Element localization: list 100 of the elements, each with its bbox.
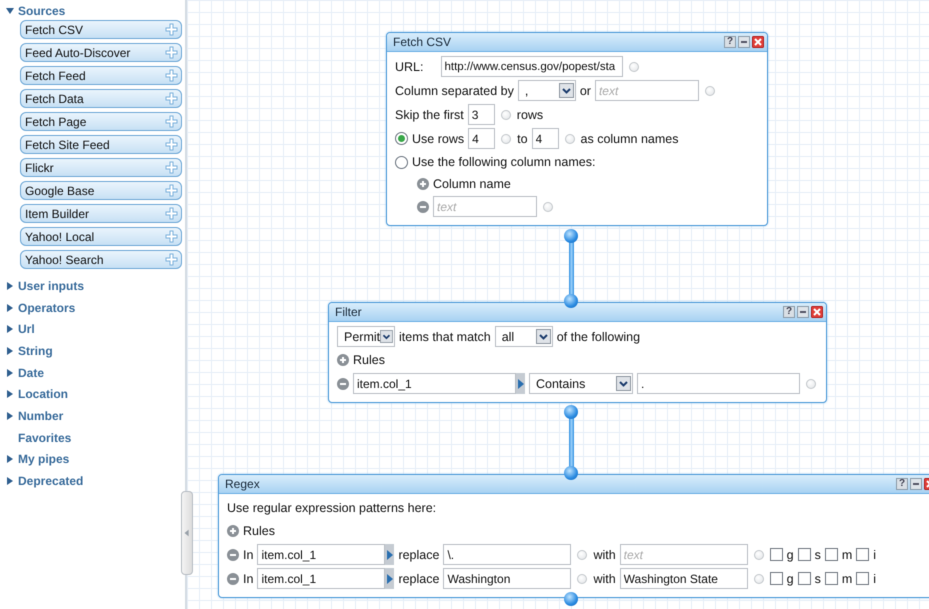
plus-icon[interactable] — [165, 46, 178, 59]
category-label[interactable]: Sources — [18, 4, 66, 18]
collapsed-triangle-icon[interactable] — [6, 389, 14, 400]
module-button[interactable]: Feed Auto-Discover — [20, 43, 182, 62]
module-titlebar[interactable]: Fetch CSV ? — [387, 33, 767, 52]
chevron-icon[interactable] — [616, 376, 631, 391]
arrow-button[interactable] — [516, 373, 525, 394]
plus-icon[interactable] — [165, 207, 178, 220]
checkbox[interactable] — [770, 572, 783, 585]
category-label[interactable]: Url — [18, 322, 35, 336]
text-field[interactable]: item.col_1 — [353, 373, 516, 394]
help-button[interactable]: ? — [724, 36, 736, 48]
minimize-icon[interactable] — [738, 36, 750, 48]
category-label[interactable]: String — [18, 344, 53, 358]
port-icon[interactable] — [564, 405, 578, 419]
module-button[interactable]: Yahoo! Local — [20, 227, 182, 246]
collapsed-triangle-icon[interactable] — [6, 476, 14, 486]
dropdown[interactable]: Contains — [529, 373, 633, 394]
checkbox[interactable] — [798, 548, 811, 561]
text-field[interactable]: . — [637, 373, 800, 394]
plus-icon[interactable] — [165, 253, 178, 266]
close-icon[interactable] — [811, 306, 823, 318]
plus-icon[interactable] — [165, 184, 178, 197]
text-field[interactable]: text — [433, 196, 537, 217]
text-field[interactable]: text — [594, 80, 699, 101]
module-button[interactable]: Fetch Site Feed — [20, 135, 182, 154]
dropdown[interactable]: , — [518, 80, 576, 101]
module-titlebar[interactable]: Regex ? — [219, 475, 929, 494]
text-field[interactable]: http://www.census.gov/popest/sta — [441, 56, 624, 77]
splitter-handle[interactable] — [181, 491, 193, 575]
text-field[interactable]: 3 — [468, 104, 495, 125]
module-button[interactable]: Google Base — [20, 181, 182, 200]
category-label[interactable]: User inputs — [18, 278, 84, 293]
dropdown[interactable]: Permit — [337, 326, 395, 347]
plus-icon[interactable] — [165, 69, 178, 82]
dropdown[interactable]: all — [494, 326, 553, 347]
arrow-button[interactable] — [385, 568, 394, 589]
text-field[interactable]: 4 — [532, 128, 559, 149]
expanded-triangle-icon[interactable] — [6, 6, 14, 16]
plus-icon[interactable] — [165, 230, 178, 243]
plus-icon[interactable] — [165, 92, 178, 105]
collapsed-triangle-icon[interactable] — [6, 410, 14, 421]
text-field[interactable]: item.col_1 — [257, 568, 386, 589]
arrow-button[interactable] — [385, 544, 394, 565]
port-icon[interactable] — [564, 592, 578, 606]
remove-icon[interactable] — [417, 200, 429, 212]
text-field[interactable]: text — [620, 544, 748, 565]
add-icon[interactable] — [337, 354, 349, 366]
help-button[interactable]: ? — [783, 306, 795, 318]
text-field[interactable]: Washington — [443, 568, 572, 589]
category-label[interactable]: Operators — [18, 300, 76, 315]
port-icon[interactable] — [564, 466, 578, 480]
module-button[interactable]: Fetch Feed — [20, 66, 182, 85]
remove-icon[interactable] — [227, 572, 239, 584]
category-label[interactable]: Favorites — [18, 430, 72, 445]
collapsed-triangle-icon[interactable] — [6, 454, 14, 464]
module-button[interactable]: Flickr — [20, 158, 182, 177]
module-button[interactable]: Yahoo! Search — [20, 250, 182, 269]
text-field[interactable]: 4 — [468, 128, 496, 149]
collapsed-triangle-icon[interactable] — [6, 280, 14, 291]
add-icon[interactable] — [227, 525, 239, 537]
collapsed-triangle-icon[interactable] — [6, 324, 14, 334]
module-button[interactable]: Fetch Data — [20, 89, 182, 108]
category-label[interactable]: Number — [18, 408, 64, 423]
checkbox[interactable] — [770, 548, 783, 561]
plus-icon[interactable] — [165, 115, 178, 128]
chevron-icon[interactable] — [536, 329, 551, 344]
radio-button[interactable] — [395, 132, 408, 145]
category-label[interactable]: Location — [18, 387, 68, 402]
module-titlebar[interactable]: Filter ? — [329, 303, 826, 322]
collapsed-triangle-icon[interactable] — [6, 302, 14, 313]
category-label[interactable]: Date — [18, 366, 44, 380]
radio-button[interactable] — [395, 156, 408, 168]
collapsed-triangle-icon[interactable] — [6, 368, 14, 378]
plus-icon[interactable] — [165, 138, 178, 151]
remove-icon[interactable] — [227, 548, 239, 560]
add-icon[interactable] — [417, 178, 429, 190]
checkbox[interactable] — [856, 548, 870, 561]
text-field[interactable]: Washington State — [620, 568, 748, 589]
checkbox[interactable] — [798, 572, 811, 585]
chevron-icon[interactable] — [380, 329, 393, 344]
port-icon[interactable] — [564, 229, 578, 243]
plus-icon[interactable] — [165, 161, 178, 174]
category-label[interactable]: Deprecated — [18, 474, 84, 488]
checkbox[interactable] — [824, 572, 838, 585]
checkbox[interactable] — [856, 572, 870, 585]
module-button[interactable]: Item Builder — [20, 204, 182, 223]
text-field[interactable]: item.col_1 — [257, 544, 386, 565]
port-icon[interactable] — [564, 294, 578, 308]
collapsed-triangle-icon[interactable] — [6, 346, 14, 356]
help-button[interactable]: ? — [896, 478, 908, 490]
text-field[interactable]: \. — [443, 544, 572, 565]
module-button[interactable]: Fetch CSV — [20, 20, 182, 39]
category-label[interactable]: My pipes — [18, 452, 70, 466]
remove-icon[interactable] — [337, 378, 349, 390]
minimize-icon[interactable] — [797, 306, 809, 318]
checkbox[interactable] — [824, 548, 838, 561]
minimize-icon[interactable] — [910, 478, 922, 490]
plus-icon[interactable] — [165, 23, 178, 36]
module-button[interactable]: Fetch Page — [20, 112, 182, 131]
